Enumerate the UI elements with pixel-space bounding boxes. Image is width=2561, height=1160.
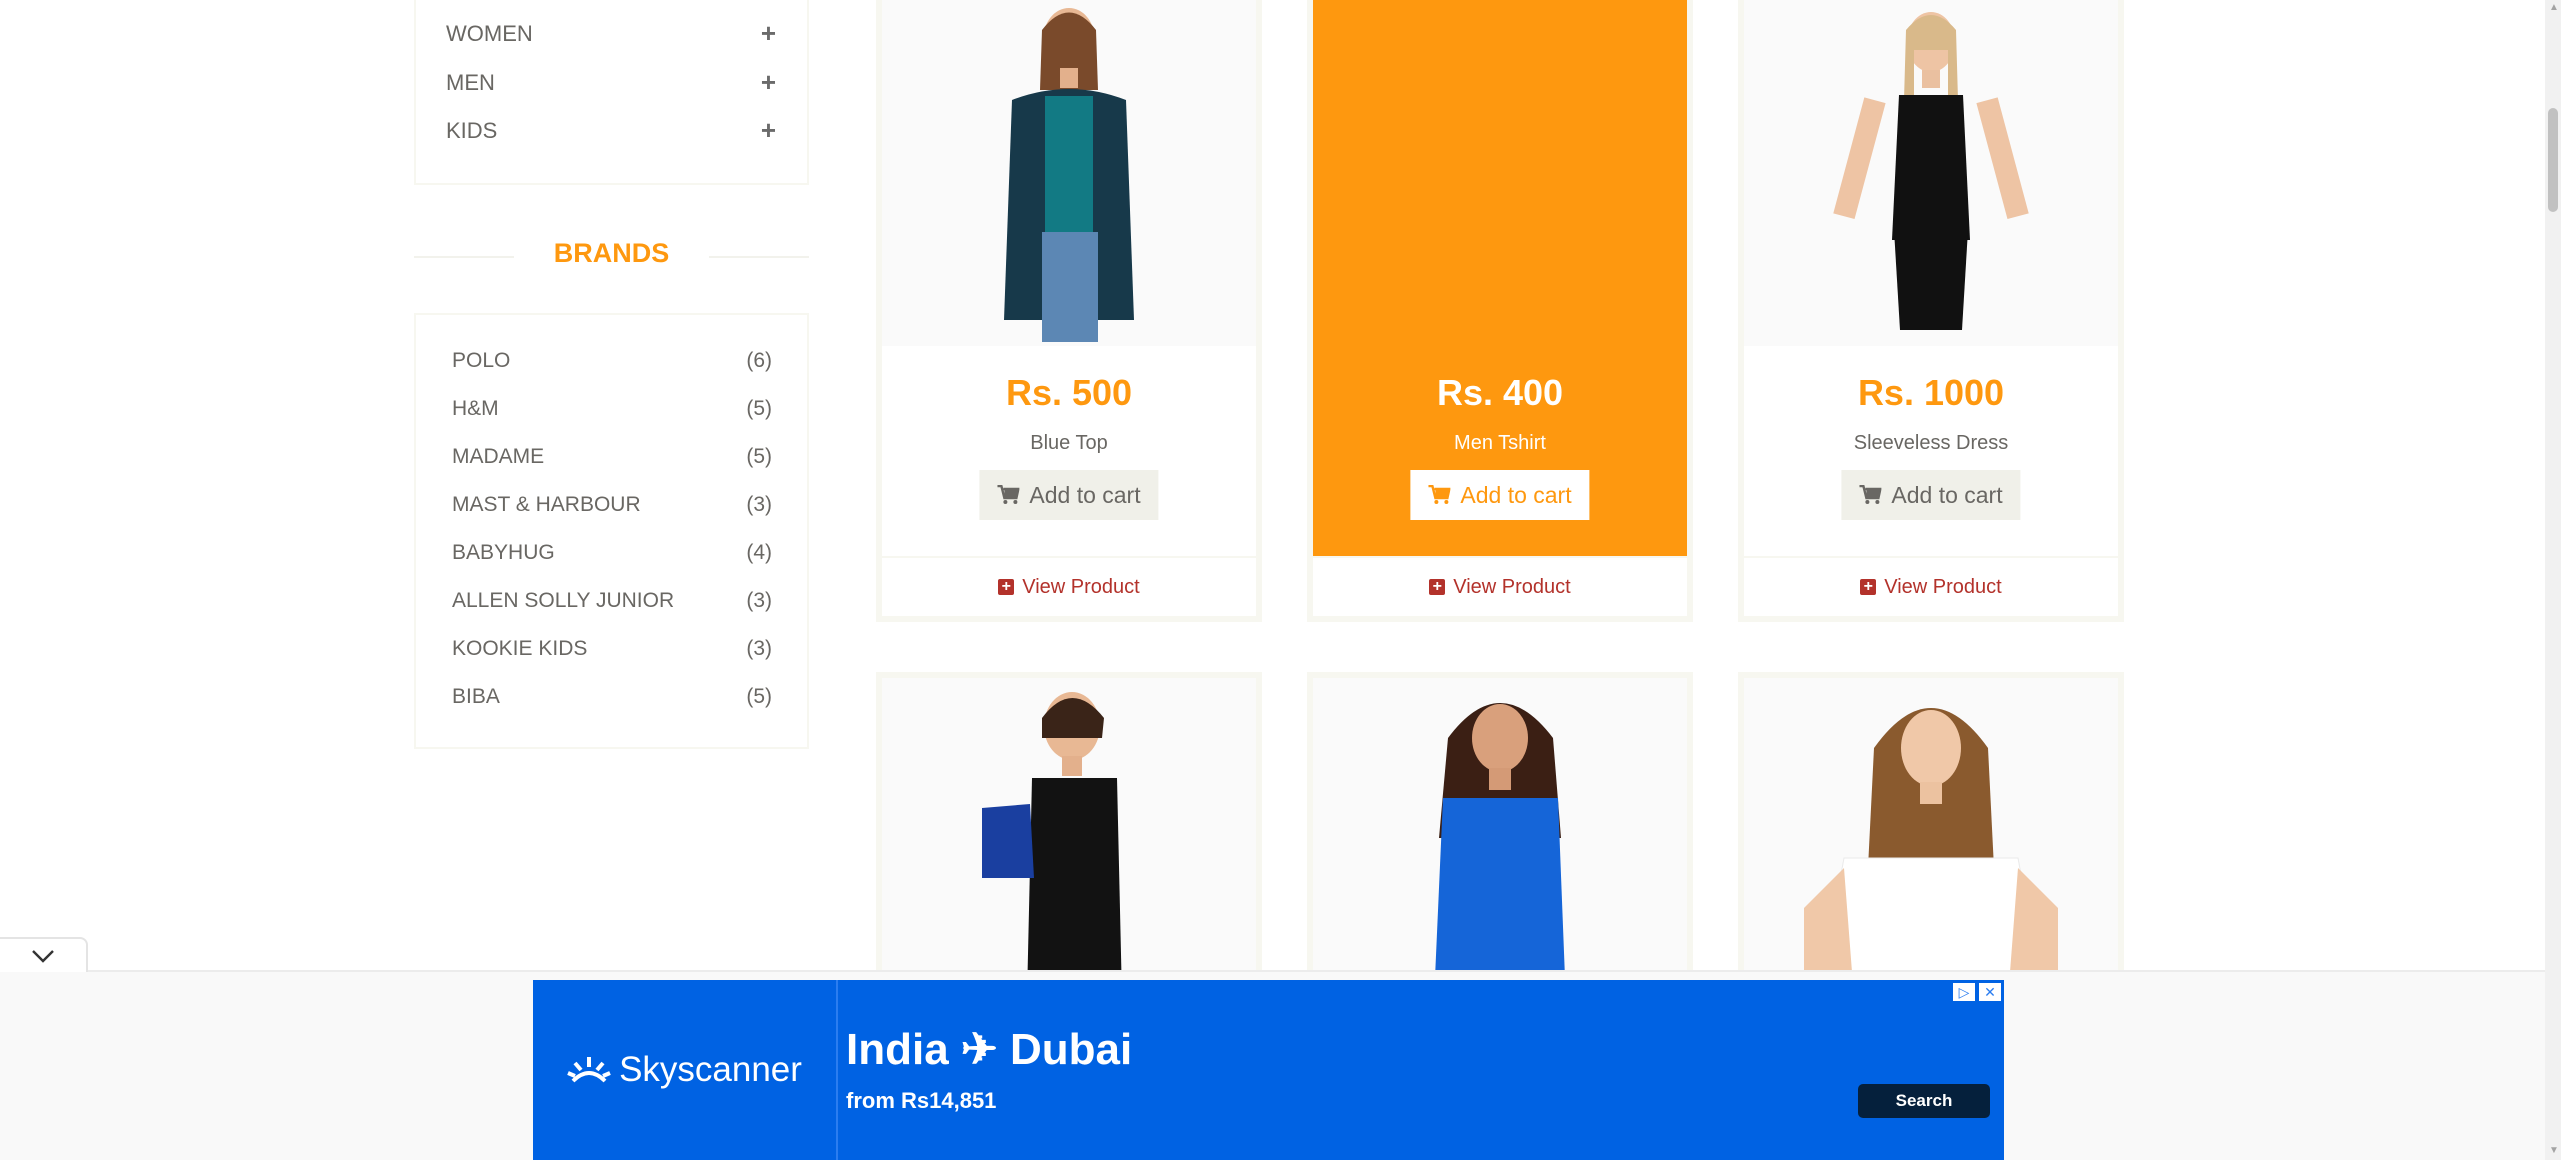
skyscanner-sun-icon bbox=[567, 1057, 611, 1083]
cart-icon bbox=[1859, 485, 1882, 504]
add-to-cart-label: Add to cart bbox=[1891, 481, 2003, 508]
brand-item[interactable]: MADAME (5) bbox=[452, 445, 772, 469]
product-price: Rs. 500 bbox=[1005, 372, 1133, 413]
adchoices-icon[interactable]: ▷ bbox=[1952, 982, 1976, 1002]
product-name: Blue Top bbox=[1030, 432, 1108, 454]
scrollbar[interactable]: ▲ ▼ bbox=[2545, 0, 2561, 1160]
view-product-label[interactable]: View Product bbox=[1884, 576, 2001, 599]
view-product-label[interactable]: View Product bbox=[1453, 576, 1570, 599]
brand-item[interactable]: BIBA (5) bbox=[452, 685, 772, 709]
category-men[interactable]: MEN + bbox=[446, 67, 776, 98]
brand-item[interactable]: H&M (5) bbox=[452, 397, 772, 421]
ad-search-button[interactable]: Search bbox=[1858, 1084, 1990, 1118]
category-label[interactable]: MEN bbox=[446, 70, 495, 96]
brand-count: (5) bbox=[746, 685, 772, 708]
product-image bbox=[1744, 678, 2118, 986]
add-to-cart-label: Add to cart bbox=[1029, 481, 1141, 508]
brand-item[interactable]: ALLEN SOLLY JUNIOR (3) bbox=[452, 589, 772, 613]
product-price: Rs. 400 bbox=[1436, 372, 1564, 413]
cart-icon bbox=[997, 485, 1020, 504]
brand-count: (3) bbox=[746, 493, 772, 516]
product-info: Rs. 400 Men Tshirt Add to cart bbox=[1313, 0, 1687, 556]
add-to-cart-label: Add to cart bbox=[1460, 481, 1572, 508]
view-product-link[interactable]: + View Product bbox=[1744, 556, 2118, 616]
product-image bbox=[882, 0, 1256, 346]
brand-item[interactable]: KOOKIE KIDS (3) bbox=[452, 637, 772, 661]
category-women[interactable]: WOMEN + bbox=[446, 18, 776, 49]
chevron-down-icon bbox=[32, 949, 54, 963]
brands-panel: POLO (6) H&M (5) MADAME (5) MAST & HARBOUR (… bbox=[414, 313, 809, 749]
category-label[interactable]: KIDS bbox=[446, 118, 497, 144]
category-panel: WOMEN + MEN + KIDS + bbox=[414, 0, 809, 185]
product-name: Men Tshirt bbox=[1454, 432, 1546, 454]
add-to-cart-button[interactable]: Add to cart bbox=[1841, 470, 2021, 520]
product-info: Rs. 500 Blue Top Add to cart bbox=[882, 0, 1256, 556]
ad-choices[interactable]: ▷ ✕ bbox=[1952, 982, 2002, 1002]
product-name: Sleeveless Dress bbox=[1853, 432, 2009, 454]
product-image bbox=[882, 678, 1256, 986]
add-to-cart-button[interactable]: Add to cart bbox=[979, 470, 1159, 520]
category-kids[interactable]: KIDS + bbox=[446, 115, 776, 146]
product-price: Rs. 1000 bbox=[1857, 372, 2005, 413]
collapse-ad-button[interactable] bbox=[0, 937, 88, 972]
product-card bbox=[876, 672, 1262, 992]
view-product-link[interactable]: + View Product bbox=[1313, 556, 1687, 616]
add-to-cart-button[interactable]: Add to cart bbox=[1410, 470, 1590, 520]
brand-name[interactable]: BABYHUG bbox=[452, 541, 555, 565]
product-image bbox=[1313, 678, 1687, 986]
brand-count: (5) bbox=[746, 397, 772, 420]
ad-subtitle: from Rs14,851 bbox=[846, 1088, 997, 1113]
ad-title: India ✈ Dubai bbox=[846, 1025, 1133, 1074]
plus-square-icon: + bbox=[998, 579, 1015, 595]
brand-name[interactable]: POLO bbox=[452, 349, 510, 373]
brand-name[interactable]: MAST & HARBOUR bbox=[452, 493, 641, 517]
plus-icon[interactable]: + bbox=[761, 18, 776, 49]
brand-name[interactable]: MADAME bbox=[452, 445, 544, 469]
scroll-up-icon[interactable]: ▲ bbox=[2549, 2, 2559, 13]
brand-count: (3) bbox=[746, 589, 772, 612]
brand-name[interactable]: H&M bbox=[452, 397, 499, 421]
view-product-link[interactable]: + View Product bbox=[882, 556, 1256, 616]
brand-item[interactable]: BABYHUG (4) bbox=[452, 541, 772, 565]
product-card bbox=[1738, 672, 2124, 992]
product-card: Rs. 400 Men Tshirt Add to cart + View Pr… bbox=[1307, 0, 1693, 622]
brand-item[interactable]: MAST & HARBOUR (3) bbox=[452, 493, 772, 517]
plus-square-icon: + bbox=[1860, 579, 1877, 595]
product-card: Rs. 1000 Sleeveless Dress Add to cart + … bbox=[1738, 0, 2124, 622]
brand-count: (5) bbox=[746, 445, 772, 468]
view-product-label[interactable]: View Product bbox=[1022, 576, 1139, 599]
brand-item[interactable]: POLO (6) bbox=[452, 349, 772, 373]
brand-name[interactable]: BIBA bbox=[452, 685, 500, 709]
category-label[interactable]: WOMEN bbox=[446, 21, 533, 47]
brand-name[interactable]: ALLEN SOLLY JUNIOR bbox=[452, 589, 674, 613]
ad-banner[interactable]: Skyscanner India ✈ Dubai from Rs14,851 S… bbox=[533, 980, 2004, 1160]
brands-heading: BRANDS bbox=[414, 232, 809, 282]
scroll-thumb[interactable] bbox=[2548, 108, 2558, 212]
cart-icon bbox=[1428, 485, 1451, 504]
plus-square-icon: + bbox=[1429, 579, 1446, 595]
brands-title: BRANDS bbox=[553, 238, 670, 268]
close-icon[interactable]: ✕ bbox=[1978, 982, 2002, 1002]
plus-icon[interactable]: + bbox=[761, 67, 776, 98]
brand-count: (3) bbox=[746, 637, 772, 660]
scroll-down-icon[interactable]: ▼ bbox=[2549, 1145, 2559, 1156]
product-card: Rs. 500 Blue Top Add to cart + View Prod… bbox=[876, 0, 1262, 622]
ad-brand: Skyscanner bbox=[533, 980, 838, 1160]
plus-icon[interactable]: + bbox=[761, 115, 776, 146]
brand-count: (6) bbox=[746, 349, 772, 372]
brand-count: (4) bbox=[746, 541, 772, 564]
product-info: Rs. 1000 Sleeveless Dress Add to cart bbox=[1744, 0, 2118, 556]
product-image bbox=[1744, 0, 2118, 346]
product-card bbox=[1307, 672, 1693, 992]
brand-name[interactable]: KOOKIE KIDS bbox=[452, 637, 587, 661]
ad-brand-name: Skyscanner bbox=[619, 1050, 802, 1089]
